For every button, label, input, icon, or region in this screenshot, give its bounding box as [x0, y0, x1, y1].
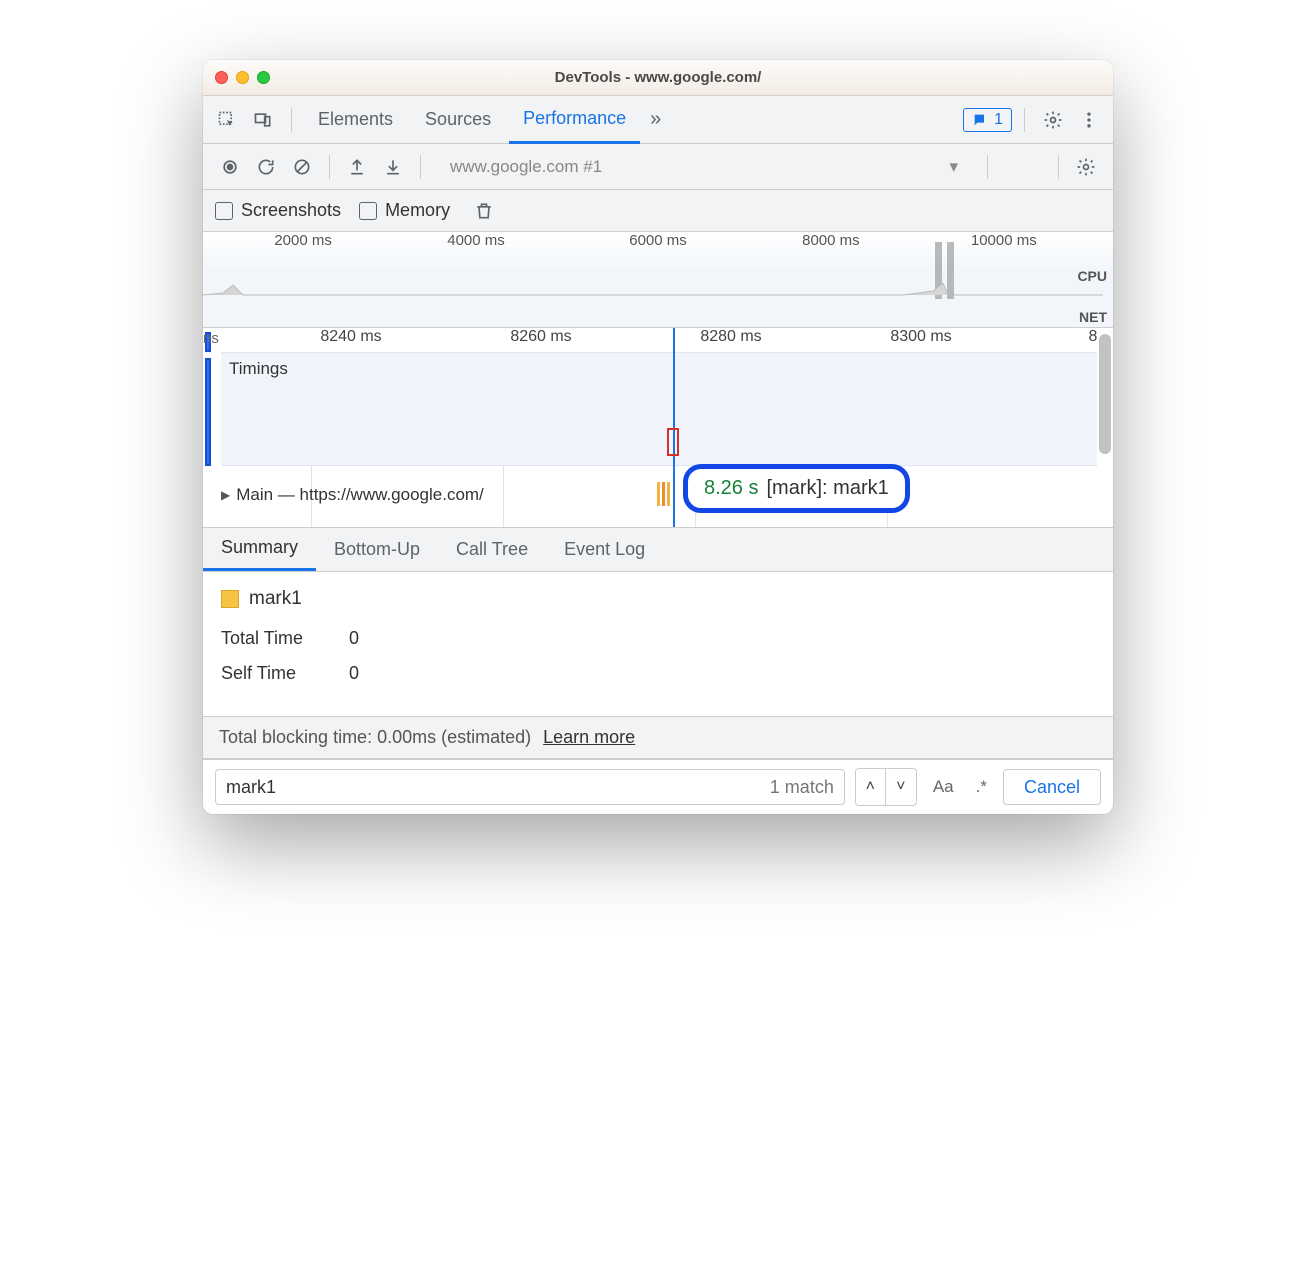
close-icon[interactable]: [215, 71, 228, 84]
tab-elements[interactable]: Elements: [304, 96, 407, 144]
color-swatch-icon: [221, 590, 239, 608]
selection-indicator: [205, 358, 211, 466]
separator: [329, 155, 330, 179]
download-icon[interactable]: [376, 151, 410, 183]
expand-triangle-icon[interactable]: ▶: [221, 488, 230, 502]
ruler-tick: 8240 ms: [320, 328, 381, 346]
upload-icon[interactable]: [340, 151, 374, 183]
tab-bottom-up[interactable]: Bottom-Up: [316, 527, 438, 571]
match-case-toggle[interactable]: Aa: [927, 777, 960, 797]
regex-toggle[interactable]: .*: [970, 777, 993, 797]
memory-checkbox[interactable]: Memory: [359, 200, 450, 221]
separator: [291, 108, 292, 132]
device-toolbar-icon[interactable]: [247, 104, 279, 136]
titlebar: DevTools - www.google.com/: [203, 60, 1113, 96]
perf-options: Screenshots Memory: [203, 190, 1113, 232]
summary-title: mark1: [221, 588, 1095, 610]
settings-icon[interactable]: [1037, 104, 1069, 136]
screenshots-label: Screenshots: [241, 200, 341, 221]
reload-icon[interactable]: [249, 151, 283, 183]
more-tabs-icon[interactable]: »: [644, 108, 667, 131]
record-icon[interactable]: [213, 151, 247, 183]
ns-label: ns: [203, 330, 219, 347]
kebab-menu-icon[interactable]: [1073, 104, 1105, 136]
checkbox-box-icon: [359, 202, 377, 220]
ruler-tick: 8260 ms: [510, 328, 571, 346]
search-match-count: 1 match: [770, 777, 834, 798]
flame-chart[interactable]: ns Frames 8240 ms 8260 ms 8280 ms 8300 m…: [203, 328, 1113, 528]
task-bars: [657, 482, 670, 506]
marker-callout[interactable]: 8.26 s [mark]: mark1: [683, 464, 910, 513]
tick-label: 6000 ms: [629, 232, 687, 249]
separator: [987, 155, 988, 179]
window-title: DevTools - www.google.com/: [203, 69, 1113, 86]
screenshots-checkbox[interactable]: Screenshots: [215, 200, 341, 221]
ruler-tick: 8280 ms: [700, 328, 761, 346]
overview-timeline[interactable]: 2000 ms 4000 ms 6000 ms 8000 ms 10000 ms…: [203, 232, 1113, 328]
flame-ruler: 8240 ms 8260 ms 8280 ms 8300 ms 8: [221, 328, 1097, 352]
learn-more-link[interactable]: Learn more: [543, 727, 635, 748]
devtools-window: DevTools - www.google.com/ Elements Sour…: [203, 60, 1113, 814]
separator: [420, 155, 421, 179]
search-value: mark1: [226, 777, 276, 798]
tick-label: 2000 ms: [274, 232, 332, 249]
search-input[interactable]: mark1 1 match: [215, 769, 845, 805]
timings-label: Timings: [229, 359, 288, 378]
blocking-text: Total blocking time: 0.00ms (estimated): [219, 727, 531, 748]
traffic-lights: [215, 71, 270, 84]
separator: [1058, 155, 1059, 179]
callout-time: 8.26 s: [704, 477, 758, 500]
checkbox-box-icon: [215, 202, 233, 220]
total-time-row: Total Time 0: [221, 628, 1095, 649]
inspect-element-icon[interactable]: [211, 104, 243, 136]
summary-panel: mark1 Total Time 0 Self Time 0: [203, 572, 1113, 716]
blocking-time-bar: Total blocking time: 0.00ms (estimated) …: [203, 716, 1113, 759]
summary-name: mark1: [249, 588, 302, 610]
minimize-icon[interactable]: [236, 71, 249, 84]
performance-toolbar: www.google.com #1 ▾: [203, 144, 1113, 190]
callout-text: [mark]: mark1: [766, 477, 888, 500]
search-bar: mark1 1 match ˄ ˅ Aa .* Cancel: [203, 759, 1113, 814]
cpu-sparkline: [203, 279, 1103, 297]
long-task-marker: [667, 428, 679, 456]
delete-icon[interactable]: [468, 195, 500, 227]
self-time-value: 0: [349, 663, 359, 684]
tab-sources[interactable]: Sources: [411, 96, 505, 144]
capture-settings-icon[interactable]: [1069, 151, 1103, 183]
search-next-icon[interactable]: ˅: [886, 769, 916, 805]
track-gutter: [203, 328, 221, 527]
ruler-tick: 8300 ms: [890, 328, 951, 346]
self-time-label: Self Time: [221, 663, 331, 684]
detail-tabs: Summary Bottom-Up Call Tree Event Log: [203, 528, 1113, 572]
self-time-row: Self Time 0: [221, 663, 1095, 684]
ruler-tick: 8: [1089, 328, 1098, 346]
search-prev-icon[interactable]: ˄: [856, 769, 886, 805]
separator: [1024, 108, 1025, 132]
net-label: NET: [1079, 309, 1107, 325]
tick-label: 8000 ms: [802, 232, 860, 249]
main-tabs: Elements Sources Performance » 1: [203, 96, 1113, 144]
tick-label: 10000 ms: [971, 232, 1037, 249]
cancel-button[interactable]: Cancel: [1003, 769, 1101, 805]
memory-label: Memory: [385, 200, 450, 221]
tab-event-log[interactable]: Event Log: [546, 527, 663, 571]
cpu-label: CPU: [1077, 268, 1107, 284]
timings-track[interactable]: Timings: [221, 352, 1097, 466]
clear-icon[interactable]: [285, 151, 319, 183]
tick-label: 4000 ms: [447, 232, 505, 249]
total-time-label: Total Time: [221, 628, 331, 649]
total-time-value: 0: [349, 628, 359, 649]
tab-performance[interactable]: Performance: [509, 96, 640, 144]
tab-summary[interactable]: Summary: [203, 527, 316, 571]
scrollbar-thumb[interactable]: [1099, 334, 1111, 454]
issues-count: 1: [994, 111, 1003, 129]
recording-label: www.google.com #1: [450, 157, 602, 177]
recording-select[interactable]: www.google.com #1 ▾: [439, 152, 969, 182]
main-track-label: Main — https://www.google.com/: [236, 485, 484, 505]
issues-badge[interactable]: 1: [963, 108, 1012, 132]
maximize-icon[interactable]: [257, 71, 270, 84]
search-nav: ˄ ˅: [855, 768, 917, 806]
dropdown-caret-icon: ▾: [949, 157, 958, 177]
tab-call-tree[interactable]: Call Tree: [438, 527, 546, 571]
